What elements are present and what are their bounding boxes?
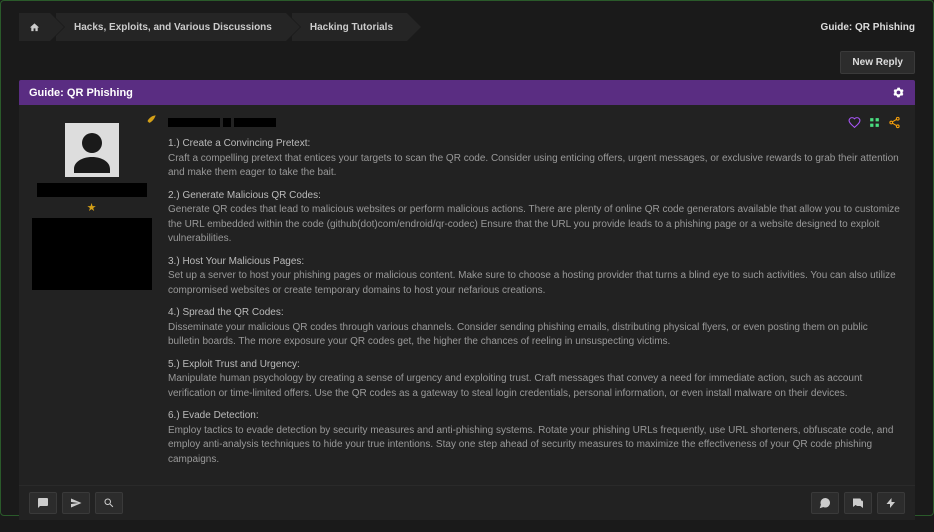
chat-button[interactable] [29, 492, 57, 514]
send-icon [70, 497, 82, 509]
post-body: 1.) Create a Convincing Pretext:Craft a … [164, 105, 915, 485]
userinfo-redacted [32, 218, 152, 290]
comment-icon [819, 497, 831, 509]
comments-button[interactable] [844, 492, 872, 514]
star-icon: ★ [25, 201, 158, 214]
page-title: Guide: QR Phishing [821, 22, 915, 33]
tree-icon[interactable] [868, 116, 881, 129]
breadcrumb-home[interactable] [19, 13, 50, 41]
breadcrumb-item-2[interactable]: Hacking Tutorials [292, 13, 407, 41]
post-actions [848, 116, 901, 129]
post-date-redacted [168, 118, 276, 127]
feather-icon [144, 113, 158, 127]
new-reply-button[interactable]: New Reply [840, 51, 915, 74]
post-content: 1.) Create a Convincing Pretext:Craft a … [168, 137, 901, 467]
heart-icon[interactable] [848, 116, 861, 129]
chat-icon [37, 497, 49, 509]
breadcrumb-item-1[interactable]: Hacks, Exploits, and Various Discussions [56, 13, 286, 41]
comment-button[interactable] [811, 492, 839, 514]
thread-header: Guide: QR Phishing [19, 80, 915, 105]
avatar[interactable] [65, 123, 119, 177]
bolt-button[interactable] [877, 492, 905, 514]
gear-icon[interactable] [892, 86, 905, 99]
thread-title: Guide: QR Phishing [29, 87, 133, 99]
username-redacted [37, 183, 147, 197]
breadcrumb: Hacks, Exploits, and Various Discussions… [19, 13, 915, 41]
send-button[interactable] [62, 492, 90, 514]
person-icon [68, 129, 116, 177]
home-icon [29, 22, 40, 33]
search-button[interactable] [95, 492, 123, 514]
comments-icon [852, 497, 864, 509]
post-footer [19, 485, 915, 520]
share-icon[interactable] [888, 116, 901, 129]
search-icon [103, 497, 115, 509]
bolt-icon [885, 497, 897, 509]
post: ★ 1.) Create a Convincing Pretext:Craft … [19, 105, 915, 485]
post-author-panel: ★ [19, 105, 164, 485]
